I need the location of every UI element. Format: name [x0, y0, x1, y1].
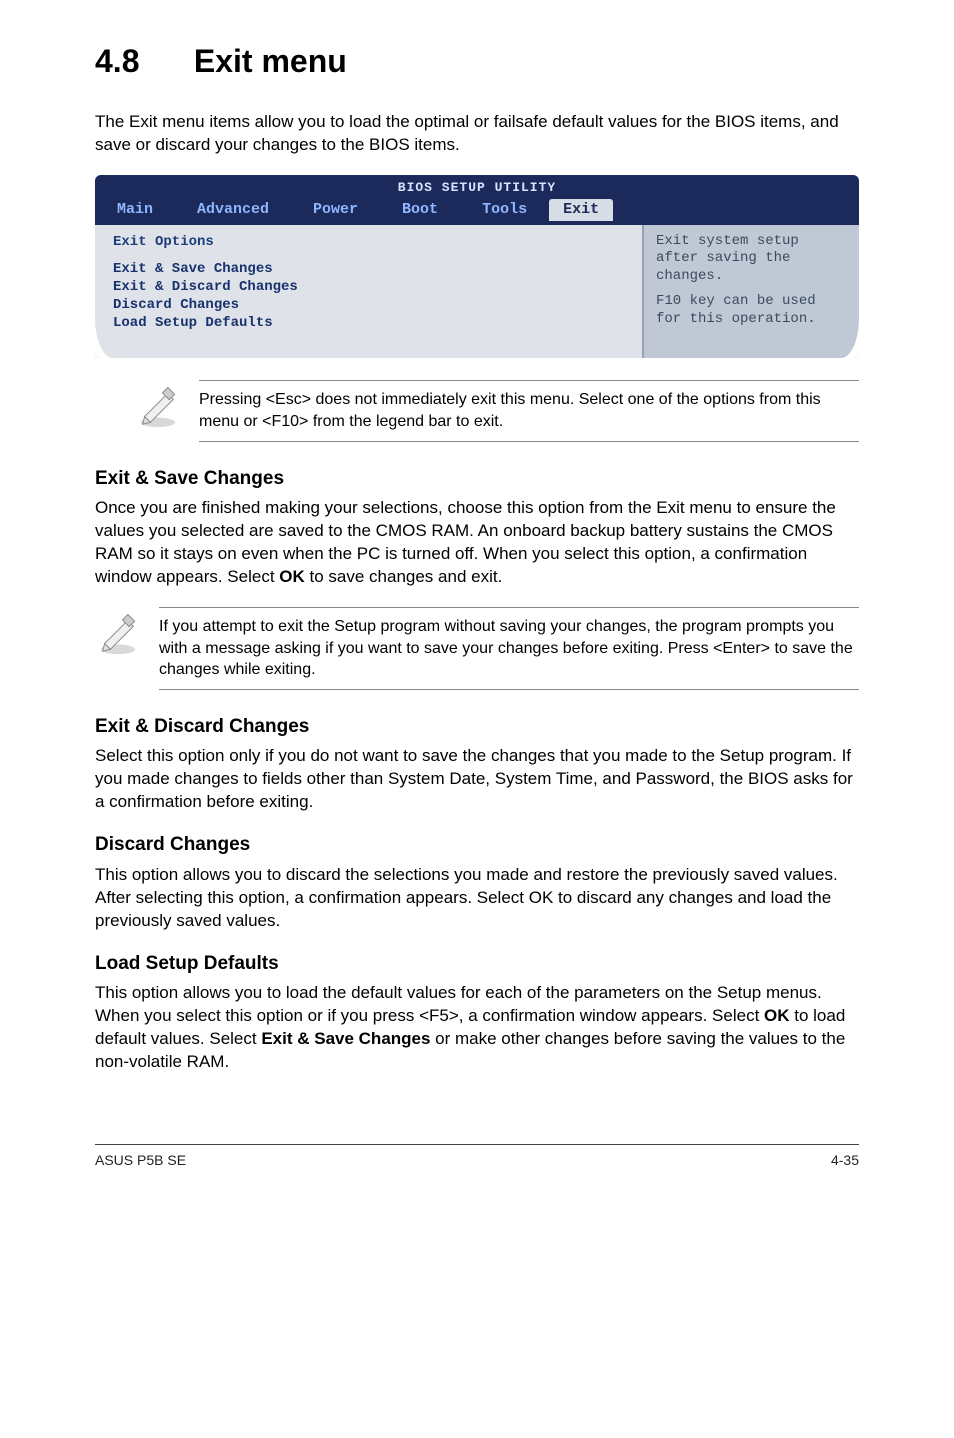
pencil-note-icon	[95, 607, 141, 664]
bios-menu-tabs: Main Advanced Power Boot Tools Exit	[95, 197, 859, 225]
note-text: If you attempt to exit the Setup program…	[159, 607, 859, 690]
paragraph-exit-discard: Select this option only if you do not wa…	[95, 745, 859, 814]
text-span: This option allows you to load the defau…	[95, 983, 822, 1025]
bios-tab-power[interactable]: Power	[291, 199, 380, 221]
section-title-text: Exit menu	[194, 43, 347, 79]
ok-label: OK	[764, 1006, 790, 1025]
section-number: 4.8	[95, 40, 185, 83]
bios-left-pane: Exit Options Exit & Save Changes Exit & …	[95, 225, 644, 359]
pencil-note-icon	[135, 380, 181, 437]
page-footer: ASUS P5B SE 4-35	[95, 1144, 859, 1170]
bios-options-heading: Exit Options	[113, 233, 624, 252]
bios-option[interactable]: Load Setup Defaults	[113, 314, 624, 332]
bios-option[interactable]: Discard Changes	[113, 296, 624, 314]
bios-utility-title: BIOS SETUP UTILITY	[95, 175, 859, 197]
bios-tab-advanced[interactable]: Advanced	[175, 199, 291, 221]
bold-label: Exit & Save Changes	[261, 1029, 430, 1048]
bios-help-text-1: Exit system setup after saving the chang…	[656, 233, 847, 286]
bios-help-pane: Exit system setup after saving the chang…	[644, 225, 859, 359]
ok-label: OK	[529, 888, 554, 907]
paragraph-load-defaults: This option allows you to load the defau…	[95, 982, 859, 1074]
note-block: Pressing <Esc> does not immediately exit…	[135, 380, 859, 441]
bios-tab-exit[interactable]: Exit	[549, 199, 613, 221]
bios-body: Exit Options Exit & Save Changes Exit & …	[95, 225, 859, 359]
bios-option[interactable]: Exit & Discard Changes	[113, 278, 624, 296]
footer-page-number: 4-35	[831, 1151, 859, 1170]
ok-label: OK	[279, 567, 305, 586]
bios-screenshot: BIOS SETUP UTILITY Main Advanced Power B…	[95, 175, 859, 358]
bios-option[interactable]: Exit & Save Changes	[113, 260, 624, 278]
subheading-discard: Discard Changes	[95, 832, 859, 858]
subheading-exit-discard: Exit & Discard Changes	[95, 714, 859, 740]
note-block: If you attempt to exit the Setup program…	[95, 607, 859, 690]
subheading-exit-save: Exit & Save Changes	[95, 466, 859, 492]
paragraph-discard: This option allows you to discard the se…	[95, 864, 859, 933]
text-span: to save changes and exit.	[305, 567, 503, 586]
footer-product: ASUS P5B SE	[95, 1151, 186, 1170]
intro-paragraph: The Exit menu items allow you to load th…	[95, 111, 859, 157]
note-text: Pressing <Esc> does not immediately exit…	[199, 380, 859, 441]
bios-help-text-2: F10 key can be used for this operation.	[656, 293, 847, 328]
section-heading: 4.8 Exit menu	[95, 40, 859, 83]
bios-tab-tools[interactable]: Tools	[460, 199, 549, 221]
subheading-load-defaults: Load Setup Defaults	[95, 951, 859, 977]
bios-tab-boot[interactable]: Boot	[380, 199, 460, 221]
bios-tab-main[interactable]: Main	[95, 199, 175, 221]
bios-header: BIOS SETUP UTILITY Main Advanced Power B…	[95, 175, 859, 225]
paragraph-exit-save: Once you are finished making your select…	[95, 497, 859, 589]
